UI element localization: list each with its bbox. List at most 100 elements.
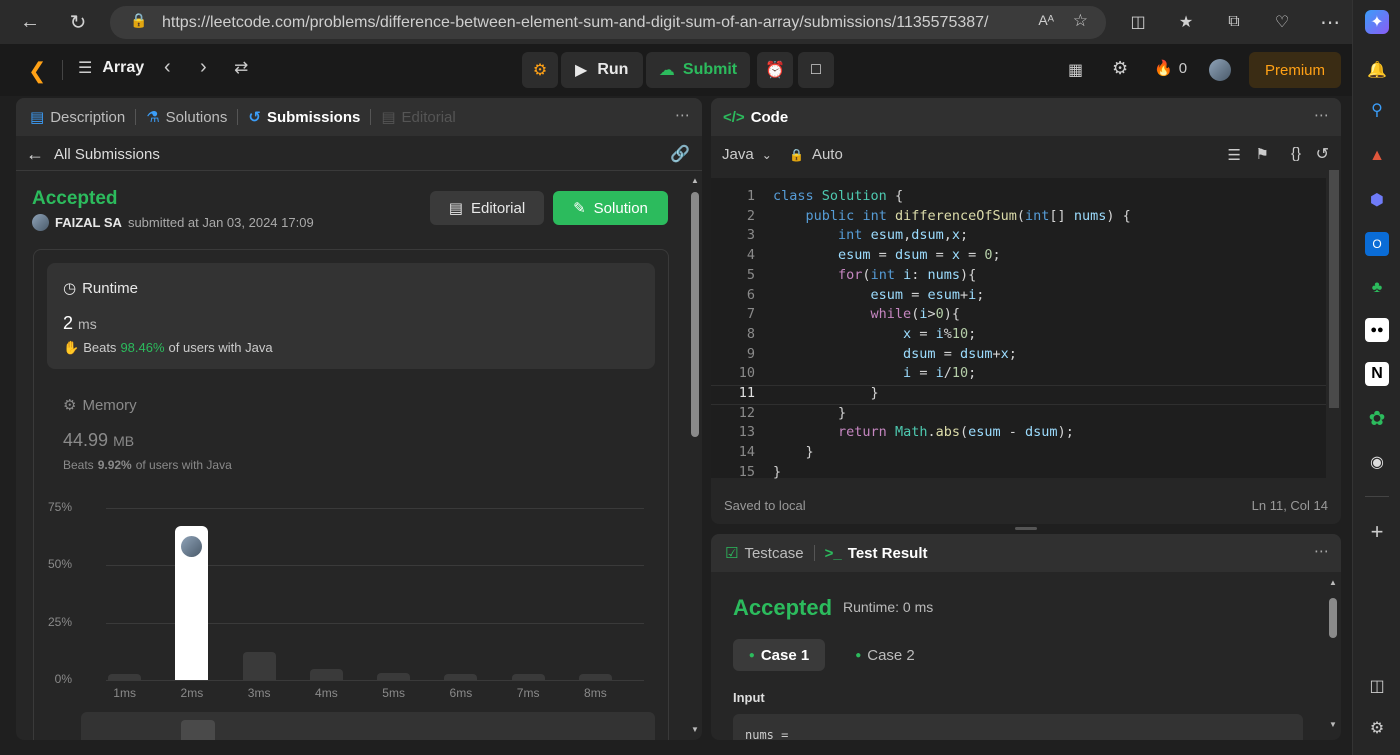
submit-button[interactable]: ☁Submit xyxy=(646,52,750,88)
tab-test-result[interactable]: >_Test Result xyxy=(815,545,938,562)
notification-bell-icon[interactable]: 🔔 xyxy=(1365,58,1389,82)
notes-icon[interactable]: □ xyxy=(798,52,834,88)
runtime-beats: ✋ Beats 98.46% of users with Java xyxy=(63,340,273,356)
case-2-tab[interactable]: ●Case 2 xyxy=(839,639,931,671)
sidebar-divider xyxy=(1365,496,1389,497)
tab-code[interactable]: </>Code xyxy=(711,109,798,126)
line-number: 3 xyxy=(711,225,755,245)
description-icon: ▤ xyxy=(30,108,44,126)
browser-essentials-icon[interactable]: ♡ xyxy=(1262,2,1302,42)
notion-icon[interactable]: N xyxy=(1365,362,1389,386)
problem-list-button[interactable]: ☰ Array xyxy=(78,58,144,78)
copilot-icon[interactable]: ✦ xyxy=(1365,10,1389,34)
language-select[interactable]: Java⌄ xyxy=(722,146,772,163)
editorial-button[interactable]: ▤Editorial xyxy=(430,191,544,225)
debug-icon[interactable]: ⚙ xyxy=(522,52,558,88)
prev-problem-icon[interactable]: ‹ xyxy=(164,56,171,79)
refresh-icon[interactable]: ↻ xyxy=(58,2,98,42)
more-options-icon[interactable]: ⋯ xyxy=(1314,542,1329,560)
split-screen-icon[interactable]: ◫ xyxy=(1118,2,1158,42)
bookmark-icon[interactable]: ⚑ xyxy=(1256,145,1269,163)
premium-button[interactable]: Premium xyxy=(1249,52,1341,88)
read-aloud-icon[interactable]: Aᴬ xyxy=(1038,12,1054,28)
code-editor[interactable]: 1class Solution {2 public int difference… xyxy=(711,178,1326,478)
copilot-designer-icon[interactable]: ⬢ xyxy=(1365,188,1389,212)
favorites-icon[interactable]: ★ xyxy=(1166,2,1206,42)
streak-counter[interactable]: 🔥0 xyxy=(1154,59,1187,77)
editorial-label: Editorial xyxy=(471,200,525,217)
gridline xyxy=(106,508,644,509)
x-tick-label: 3ms xyxy=(239,686,279,700)
favorite-star-icon[interactable]: ☆ xyxy=(1073,11,1088,31)
tab-testcase[interactable]: ☑Testcase xyxy=(711,544,814,562)
cloud-upload-icon: ☁ xyxy=(659,60,675,80)
chart-bar[interactable] xyxy=(108,674,141,680)
chart-bar[interactable] xyxy=(175,526,208,680)
chart-range-slider[interactable] xyxy=(81,712,655,740)
more-options-icon[interactable]: ⋯ xyxy=(675,106,690,124)
more-options-icon[interactable]: ⋯ xyxy=(1310,2,1350,42)
fire-icon: 🔥 xyxy=(1154,59,1173,77)
left-scrollbar[interactable]: ▲ ▼ xyxy=(690,176,700,736)
username[interactable]: FAIZAL SA xyxy=(55,215,122,230)
range-slider-handle[interactable] xyxy=(181,720,215,740)
avatar[interactable] xyxy=(1209,59,1231,81)
outlook-icon[interactable]: O xyxy=(1365,232,1389,256)
input-box: nums = xyxy=(733,714,1303,740)
scroll-up-icon[interactable]: ▲ xyxy=(1329,578,1337,587)
layout-icon[interactable]: ▦ xyxy=(1068,60,1083,80)
result-scrollbar[interactable]: ▲ ▼ xyxy=(1327,578,1339,733)
back-arrow-icon[interactable]: ← xyxy=(10,2,50,42)
tree-icon[interactable]: ♣ xyxy=(1365,276,1389,300)
chart-bar[interactable] xyxy=(444,674,477,680)
alarm-clock-icon[interactable]: ⏰ xyxy=(757,52,793,88)
search-icon[interactable]: ⚲ xyxy=(1365,98,1389,122)
scroll-up-icon[interactable]: ▲ xyxy=(691,176,699,185)
clover-icon[interactable]: ✿ xyxy=(1365,406,1389,430)
github-icon[interactable]: ◉ xyxy=(1365,450,1389,474)
settings-icon[interactable]: ⚙ xyxy=(1365,716,1389,740)
tab-solutions[interactable]: ⚗Solutions xyxy=(136,108,237,126)
avatar[interactable] xyxy=(32,214,49,231)
tab-submissions[interactable]: ↺Submissions xyxy=(238,108,370,126)
memory-header[interactable]: ⚙Memory xyxy=(63,396,137,414)
more-options-icon[interactable]: ⋯ xyxy=(1314,106,1329,124)
scroll-down-icon[interactable]: ▼ xyxy=(1329,720,1337,729)
chart-bar[interactable] xyxy=(512,674,545,680)
runtime-card[interactable]: ◷Runtime 2 ms ✋ Beats 98.46% of users wi… xyxy=(47,263,655,369)
tools-icon[interactable]: ▲ xyxy=(1365,144,1389,168)
scrollbar-thumb[interactable] xyxy=(1329,170,1339,408)
code-scrollbar[interactable] xyxy=(1327,170,1339,410)
chart-bar[interactable] xyxy=(243,652,276,680)
premium-label: Premium xyxy=(1265,62,1325,79)
resize-handle[interactable] xyxy=(1015,527,1037,530)
all-submissions-link[interactable]: ←All Submissions xyxy=(26,144,160,165)
avatar xyxy=(181,536,202,557)
add-icon[interactable]: + xyxy=(1365,520,1389,544)
shuffle-icon[interactable]: ⇄ xyxy=(234,58,248,78)
chart-bar[interactable] xyxy=(579,674,612,680)
tab-description[interactable]: ▤Description xyxy=(16,108,135,126)
reset-icon[interactable]: ↺ xyxy=(1316,144,1329,164)
auto-mode-toggle[interactable]: 🔒Auto xyxy=(789,146,843,163)
code-tabbar: </>Code ⋯ xyxy=(711,98,1341,136)
share-link-icon[interactable]: 🔗 xyxy=(670,144,690,164)
run-button[interactable]: ▶Run xyxy=(561,52,643,88)
chart-bar[interactable] xyxy=(310,669,343,680)
braces-icon[interactable]: {} xyxy=(1291,145,1301,162)
case-1-tab[interactable]: ●Case 1 xyxy=(733,639,825,671)
leetcode-logo-icon[interactable]: ❮ xyxy=(28,58,46,84)
medium-icon[interactable]: ●● xyxy=(1365,318,1389,342)
chart-bar[interactable] xyxy=(377,673,410,680)
next-problem-icon[interactable]: › xyxy=(200,56,207,79)
scroll-down-icon[interactable]: ▼ xyxy=(691,725,699,734)
settings-gear-icon[interactable]: ⚙ xyxy=(1112,58,1128,79)
collections-icon[interactable]: ⧉ xyxy=(1214,2,1254,42)
tab-editorial[interactable]: ▤Editorial xyxy=(371,108,465,126)
solution-button[interactable]: ✎Solution xyxy=(553,191,668,225)
panel-toggle-icon[interactable]: ◫ xyxy=(1365,674,1389,698)
format-icon[interactable]: ☰ xyxy=(1228,146,1241,164)
address-bar[interactable]: 🔒 https://leetcode.com/problems/differen… xyxy=(110,6,1106,39)
scrollbar-thumb[interactable] xyxy=(691,192,699,437)
scrollbar-thumb[interactable] xyxy=(1329,598,1337,638)
